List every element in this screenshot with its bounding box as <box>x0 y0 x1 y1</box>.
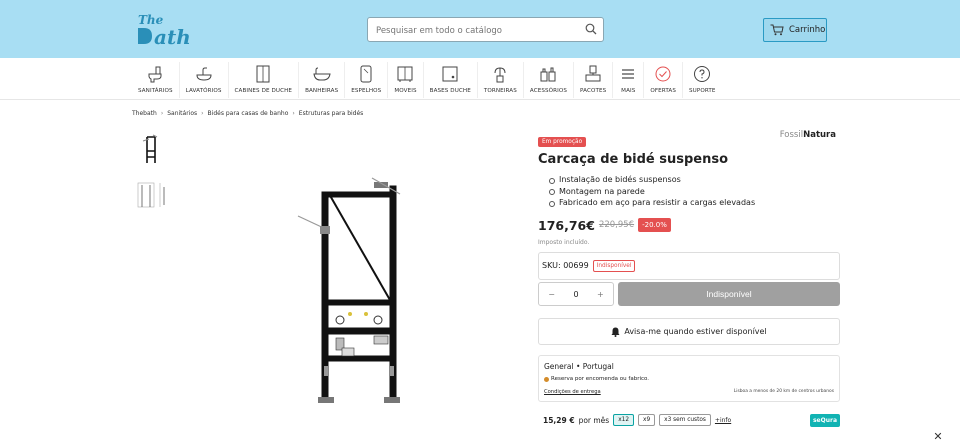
breadcrumb: Thebath › Sanitários › Bidés para casas … <box>132 110 363 117</box>
reservation-text: Reserva por encomenda ou fabrico. <box>551 376 650 382</box>
discount-badge: -20.0% <box>638 218 671 232</box>
nav-item-moveis[interactable]: MOVEIS <box>388 62 424 98</box>
frame-diagram-thumbnail-image <box>137 182 165 208</box>
bundle-icon <box>585 65 601 82</box>
nav-item-banheiras[interactable]: BANHEIRAS <box>299 62 346 98</box>
status-dot-icon <box>544 376 549 382</box>
monthly-suffix: por mês <box>578 415 610 425</box>
thebath-logo[interactable]: The ath <box>134 10 200 49</box>
breadcrumb-link[interactable]: Bidés para casas de banho <box>208 110 289 117</box>
nav-item-lavatorios[interactable]: LAVATÓRIOS <box>180 62 229 98</box>
nav-item-mais[interactable]: MAIS <box>613 62 645 98</box>
nav-item-espelhos[interactable]: ESPELHOS <box>345 62 389 98</box>
thumbnail-list <box>134 132 170 224</box>
cart-button[interactable]: Carrinho <box>763 18 827 42</box>
breadcrumb-separator-icon: › <box>160 110 164 117</box>
thumbnail-1[interactable] <box>134 132 168 166</box>
product-info: Em promoção FossilNatura Carcaça de bidé… <box>538 128 840 280</box>
bidet-frame-image <box>297 177 401 403</box>
nav-item-pacotes[interactable]: PACOTES <box>574 62 614 98</box>
nav-item-cabines-de-duche[interactable]: CABINES DE DUCHE <box>229 62 300 98</box>
brand-logo[interactable]: FossilNatura <box>780 130 836 140</box>
support-icon <box>694 66 711 82</box>
close-icon[interactable]: ✕ <box>930 428 946 444</box>
sku-box: SKU: 00699 Indisponível <box>538 251 840 280</box>
price-row: 176,76€ 220,95€ -20.0% <box>538 218 840 233</box>
distance-note: Lisboa a menos de 20 km de centros urban… <box>733 389 834 394</box>
accessories-icon <box>540 67 556 82</box>
product-title: Carcaça de bidé suspenso <box>538 152 729 167</box>
shower-tray-icon <box>442 66 458 82</box>
notify-label: Avisa-me quando estiver disponível <box>624 327 767 336</box>
category-nav: SANITÁRIOS LAVATÓRIOS CABINES DE DUCHE B… <box>132 62 802 98</box>
sku-label: SKU: 00699 <box>542 261 589 270</box>
breadcrumb-link[interactable]: Thebath <box>132 110 157 117</box>
nav-divider <box>0 99 960 100</box>
installment-option[interactable]: x3 sem custos <box>659 414 711 426</box>
tax-note: Imposto incluído. <box>538 238 590 246</box>
nav-item-sanitarios[interactable]: SANITÁRIOS <box>132 62 180 98</box>
shower-cabin-icon <box>256 65 270 83</box>
notify-me-button[interactable]: Avisa-me quando estiver disponível <box>538 318 840 345</box>
nav-item-ofertas[interactable]: OFERTAS <box>644 62 684 98</box>
faucet-icon <box>494 67 506 83</box>
breadcrumb-separator-icon: › <box>201 110 204 117</box>
monthly-amount: 15,29 € <box>543 415 575 425</box>
nav-item-bases-duche[interactable]: BASES DUCHE <box>424 62 478 98</box>
feature-item: Instalação de bidés suspensos <box>549 174 840 186</box>
nav-item-acessorios[interactable]: ACESSÓRIOS <box>524 62 575 98</box>
bathtub-icon <box>313 67 331 81</box>
breadcrumb-current: Estruturas para bidés <box>298 110 364 117</box>
top-header: The ath Carrinho <box>0 0 960 58</box>
brand-prefix: Fossil <box>779 130 804 140</box>
financing-row: 15,29 € por mês x12 x9 x3 sem custos +in… <box>538 410 840 430</box>
old-price: 220,95€ <box>598 220 635 230</box>
nav-item-suporte[interactable]: SUPORTE <box>683 62 722 98</box>
buy-row: − 0 + Indisponível <box>538 282 840 306</box>
brand-name: Natura <box>803 130 836 140</box>
sequra-logo: seQura <box>809 413 840 427</box>
feature-item: Montagem na parede <box>549 186 840 198</box>
search-box[interactable] <box>367 17 604 43</box>
current-price: 176,76€ <box>538 217 595 233</box>
availability-badge: Indisponível <box>592 259 636 272</box>
stock-location: General • Portugal <box>544 362 614 371</box>
toilet-icon <box>148 66 162 83</box>
breadcrumb-separator-icon: › <box>292 110 295 117</box>
quantity-value[interactable]: 0 <box>573 290 578 299</box>
search-input[interactable] <box>368 19 568 43</box>
quantity-stepper[interactable]: − 0 + <box>538 282 614 306</box>
feature-item: Fabricado em aço para resistir a cargas … <box>549 197 840 209</box>
add-to-cart-button[interactable]: Indisponível <box>618 282 840 306</box>
menu-icon <box>622 69 635 79</box>
washbasin-icon <box>196 67 212 81</box>
thumbnail-2[interactable] <box>134 178 168 212</box>
promo-badge: Em promoção <box>538 137 587 147</box>
mirror-icon <box>360 65 372 83</box>
reservation-row: Reserva por encomenda ou fabrico. <box>544 376 834 382</box>
cart-label: Carrinho <box>789 25 826 35</box>
feature-list: Instalação de bidés suspensos Montagem n… <box>538 174 840 209</box>
svg-text:ath: ath <box>154 25 191 48</box>
breadcrumb-link[interactable]: Sanitários <box>167 110 197 117</box>
stock-info-box: General • Portugal Reserva por encomenda… <box>538 355 840 402</box>
minus-icon[interactable]: − <box>548 290 555 299</box>
cabinet-icon <box>397 66 413 82</box>
bell-icon <box>611 327 620 337</box>
plus-icon[interactable]: + <box>597 290 604 299</box>
installment-option[interactable]: x9 <box>638 414 656 426</box>
more-info-link[interactable]: +info <box>715 417 731 424</box>
search-icon[interactable] <box>585 23 597 35</box>
frame-thumbnail-image <box>142 134 158 163</box>
cart-icon <box>770 24 784 36</box>
offers-icon <box>655 66 671 82</box>
installment-option[interactable]: x12 <box>613 414 635 426</box>
nav-item-torneiras[interactable]: TORNEIRAS <box>478 62 524 98</box>
main-product-image[interactable] <box>280 170 420 420</box>
